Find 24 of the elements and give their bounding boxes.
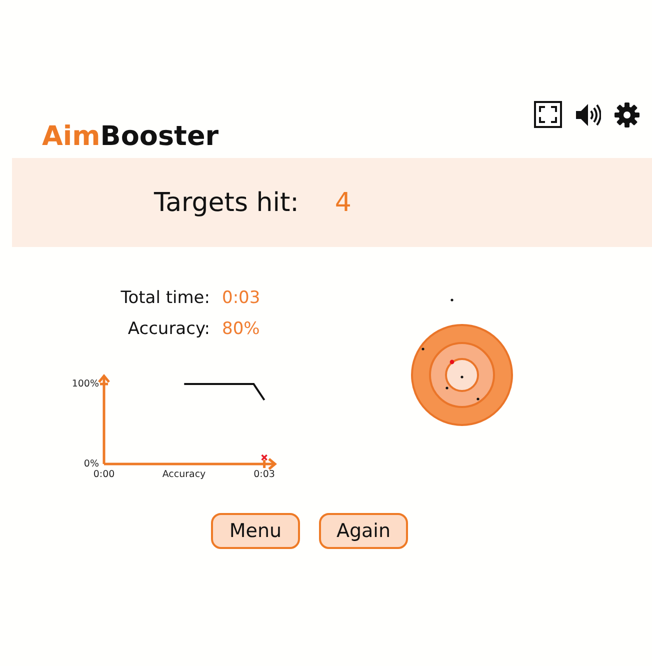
y-tick-label: 0% — [84, 458, 99, 470]
shot-dot-icon — [422, 348, 424, 350]
logo-accent-text: Aim — [42, 121, 100, 152]
x-tick-label: 0:03 — [254, 469, 275, 480]
targets-hit-label: Targets hit: — [154, 188, 299, 218]
settings-icon[interactable] — [614, 102, 640, 128]
logo-text: Booster — [100, 121, 219, 152]
shot-dot-icon — [450, 360, 454, 364]
x-axis-title: Accuracy — [162, 469, 206, 480]
stat-value: 80% — [222, 318, 260, 341]
again-button[interactable]: Again — [319, 513, 408, 549]
stat-label: Accuracy: — [128, 318, 210, 341]
x-tick-label: 0:00 — [93, 469, 115, 480]
speaker-icon[interactable] — [575, 102, 601, 128]
shot-dot-icon — [450, 298, 454, 302]
shot-dot-icon — [446, 386, 448, 390]
shot-dot-icon — [460, 376, 464, 378]
stat-label: Total time: — [120, 287, 210, 310]
fullscreen-icon[interactable] — [534, 101, 562, 128]
stat-value: 0:03 — [222, 287, 260, 310]
shot-dot-icon — [476, 398, 480, 400]
menu-button[interactable]: Menu — [211, 513, 300, 549]
targets-hit-value: 4 — [334, 188, 352, 218]
y-tick-label: 100% — [72, 378, 99, 390]
